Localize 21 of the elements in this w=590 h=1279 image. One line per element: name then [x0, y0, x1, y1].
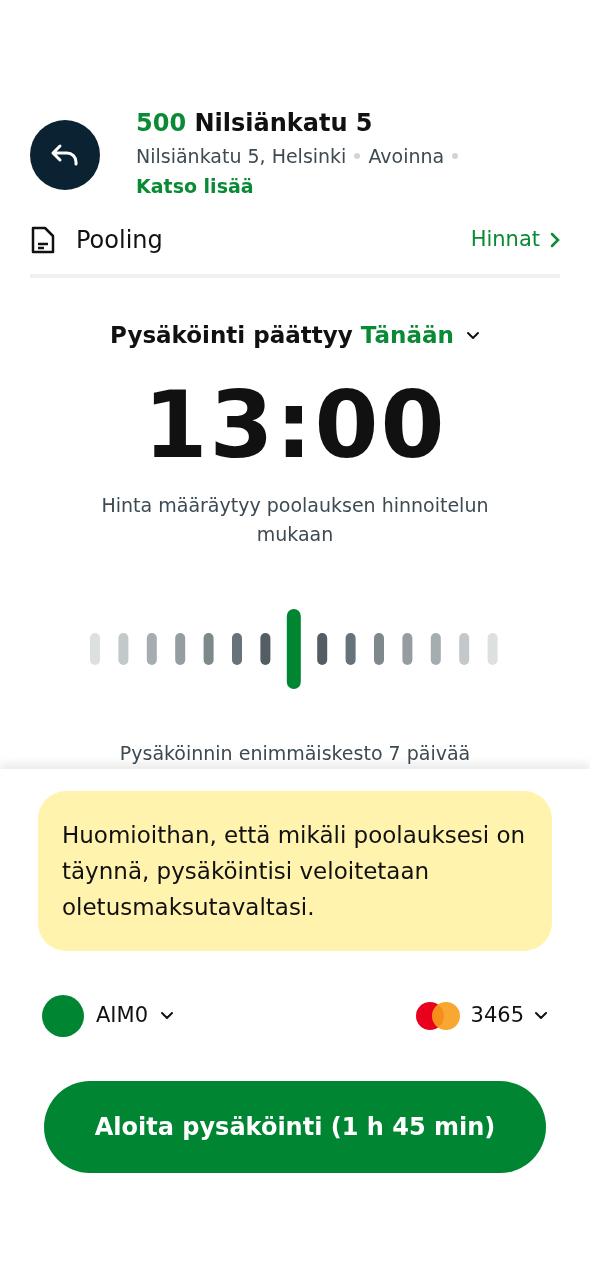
- parking-title: 500 Nilsiänkatu 5: [136, 108, 374, 139]
- notice-banner: Huomioithan, että mikäli poolauksesi on täynnä, pysäköintisi veloitetaan oletusmaksutavaltasi.: [38, 790, 552, 951]
- price-note: Hinta määräytyy poolauksen hinnoitelun mukaan: [100, 492, 490, 547]
- chevron-down-icon: [534, 1011, 548, 1020]
- address-text: Nilsiänkatu 5, Helsinki: [136, 144, 347, 169]
- status-text: Avoinna: [368, 144, 445, 169]
- end-time: 13:00: [142, 370, 448, 481]
- start-parking-button[interactable]: Aloita pysäköinti (1 h 45 min): [44, 1080, 546, 1173]
- payment-card-selector[interactable]: 3465: [414, 999, 548, 1032]
- account-selector[interactable]: AIM0: [42, 994, 175, 1037]
- back-arrow-icon: [50, 143, 80, 167]
- more-link[interactable]: Katso lisää: [136, 172, 254, 200]
- card-logo-icon: [414, 1000, 461, 1031]
- chevron-down-icon: [160, 1011, 175, 1020]
- zone-label: Pooling: [76, 225, 163, 256]
- chevron-right-icon: [550, 232, 560, 248]
- max-duration-note: Pysäköinnin enimmäiskesto 7 päivää: [118, 740, 472, 765]
- chevron-down-icon: [465, 330, 480, 340]
- document-icon: [30, 225, 56, 255]
- prices-link[interactable]: Hinnat: [470, 224, 560, 256]
- end-day-selector[interactable]: Pysäköinti päättyy Tänään: [110, 318, 480, 353]
